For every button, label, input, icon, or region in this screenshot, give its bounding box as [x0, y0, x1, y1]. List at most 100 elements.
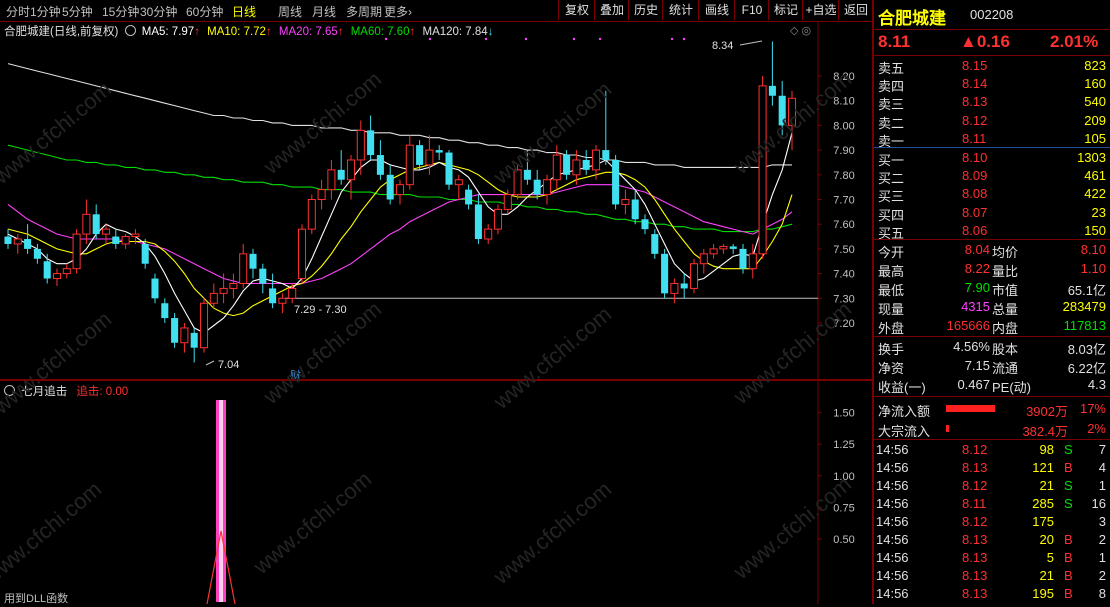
candle[interactable]	[190, 327, 198, 363]
candle[interactable]	[661, 248, 669, 299]
candle[interactable]	[631, 189, 639, 225]
ask-row[interactable]: 卖五 8.15 823	[874, 57, 1110, 76]
toolbar-button-8[interactable]: 返回	[838, 0, 873, 20]
candle[interactable]	[602, 90, 610, 165]
candle[interactable]	[199, 298, 209, 353]
candle[interactable]	[337, 150, 345, 185]
indicator-chart[interactable]: 1.50 1.25 1.00 0.75 0.50	[0, 381, 872, 605]
candle[interactable]	[82, 199, 91, 244]
candle[interactable]	[249, 248, 257, 279]
candle[interactable]	[582, 150, 590, 175]
period-tab-2[interactable]: 5分钟	[62, 3, 93, 20]
candle[interactable]	[43, 253, 51, 284]
ask-row[interactable]: 卖一 8.11 105	[874, 130, 1110, 149]
tick-row[interactable]: 14:56 8.12 21 S 1	[874, 477, 1110, 495]
candle[interactable]	[680, 273, 688, 299]
candle[interactable]	[454, 174, 463, 200]
tick-row[interactable]: 14:56 8.13 21 B 2	[874, 567, 1110, 585]
period-tab-1[interactable]: 1分钟	[30, 3, 61, 20]
candle[interactable]	[552, 145, 561, 190]
period-tab-10[interactable]: 更多›	[384, 3, 412, 20]
candle[interactable]	[768, 41, 776, 106]
candle[interactable]	[778, 80, 786, 136]
tick-row[interactable]: 14:56 8.13 121 B 4	[874, 459, 1110, 477]
period-tab-3[interactable]: 15分钟	[102, 3, 139, 20]
candle[interactable]	[405, 135, 414, 190]
toolbar-button-5[interactable]: F10	[734, 0, 769, 20]
toolbar-button-4[interactable]: 画线	[698, 0, 735, 20]
tick-row[interactable]: 14:56 8.13 5 B 1	[874, 549, 1110, 567]
toolbar-button-2[interactable]: 历史	[628, 0, 663, 20]
candle[interactable]	[465, 184, 473, 210]
period-tab-9[interactable]: 多周期	[346, 3, 382, 20]
ask-row[interactable]: 卖四 8.14 160	[874, 75, 1110, 94]
candle[interactable]	[259, 263, 267, 294]
candle[interactable]	[72, 229, 81, 274]
settings-circle-icon[interactable]	[4, 385, 15, 396]
candle[interactable]	[612, 155, 620, 210]
candle[interactable]	[171, 313, 179, 348]
candle[interactable]	[346, 155, 356, 200]
candle[interactable]	[758, 76, 767, 259]
candle[interactable]	[278, 293, 287, 314]
period-tab-0[interactable]: 分时	[6, 3, 30, 20]
candle[interactable]	[13, 234, 22, 254]
candle[interactable]	[542, 174, 552, 205]
toolbar-button-3[interactable]: 统计	[662, 0, 699, 20]
ask-row[interactable]: 卖三 8.13 540	[874, 93, 1110, 112]
settings-circle-icon[interactable]	[124, 25, 136, 36]
kline-chart[interactable]: 8.20 8.10 8.00 7.90 7.80 7.70 7.60 7.50 7.40 7.30…	[0, 21, 872, 380]
candle[interactable]	[307, 194, 316, 235]
period-tab-4[interactable]: 30分钟	[140, 3, 177, 20]
candle[interactable]	[161, 298, 169, 323]
period-tab-6[interactable]: 日线	[232, 3, 256, 20]
tick-row[interactable]: 14:56 8.12 175 3	[874, 513, 1110, 531]
candle[interactable]	[641, 214, 649, 235]
candle[interactable]	[651, 229, 659, 259]
candle[interactable]	[52, 268, 62, 286]
candle[interactable]	[484, 224, 493, 244]
candle[interactable]	[689, 258, 699, 294]
tick-row[interactable]: 14:56 8.12 98 S 7	[874, 441, 1110, 459]
candle[interactable]	[621, 189, 630, 215]
bid-row[interactable]: 买二 8.09 461	[874, 167, 1110, 186]
chart-window-icons[interactable]: ◇ ◎	[790, 24, 811, 37]
candle[interactable]	[376, 140, 384, 180]
toolbar-button-6[interactable]: 标记	[768, 0, 803, 20]
candle[interactable]	[523, 150, 531, 185]
ask-row[interactable]: 卖二 8.12 209	[874, 112, 1110, 131]
candle[interactable]	[416, 140, 424, 170]
candle[interactable]	[151, 273, 159, 304]
bid-row[interactable]: 买一 8.10 1303	[874, 149, 1110, 168]
toolbar-button-0[interactable]: 复权	[558, 0, 595, 20]
candle[interactable]	[33, 243, 41, 264]
candle[interactable]	[297, 224, 307, 284]
bid-row[interactable]: 买五 8.06 150	[874, 222, 1110, 241]
candle[interactable]	[513, 164, 522, 200]
candle[interactable]	[493, 204, 503, 235]
toolbar-button-7[interactable]: +自选	[802, 0, 839, 20]
bid-row[interactable]: 买三 8.08 422	[874, 185, 1110, 204]
candle[interactable]	[445, 150, 453, 190]
candle[interactable]	[209, 283, 218, 309]
candle[interactable]	[317, 179, 326, 210]
candle[interactable]	[269, 273, 277, 309]
candle[interactable]	[219, 273, 228, 304]
candle[interactable]	[367, 115, 375, 160]
candle[interactable]	[24, 224, 32, 254]
candle[interactable]	[709, 243, 718, 259]
candle[interactable]	[92, 204, 100, 240]
candle[interactable]	[229, 273, 238, 299]
candle[interactable]	[670, 278, 679, 304]
candle[interactable]	[180, 323, 189, 353]
candle[interactable]	[425, 135, 434, 175]
candle[interactable]	[435, 145, 443, 160]
tick-row[interactable]: 14:56 8.13 195 B 8	[874, 585, 1110, 603]
candle[interactable]	[112, 229, 120, 249]
candle[interactable]	[327, 159, 336, 200]
candle[interactable]	[386, 164, 394, 205]
candle[interactable]	[699, 248, 708, 274]
period-tab-8[interactable]: 月线	[312, 3, 336, 20]
tick-row[interactable]: 14:56 8.11 285 S 16	[874, 495, 1110, 513]
candle[interactable]	[356, 120, 365, 175]
